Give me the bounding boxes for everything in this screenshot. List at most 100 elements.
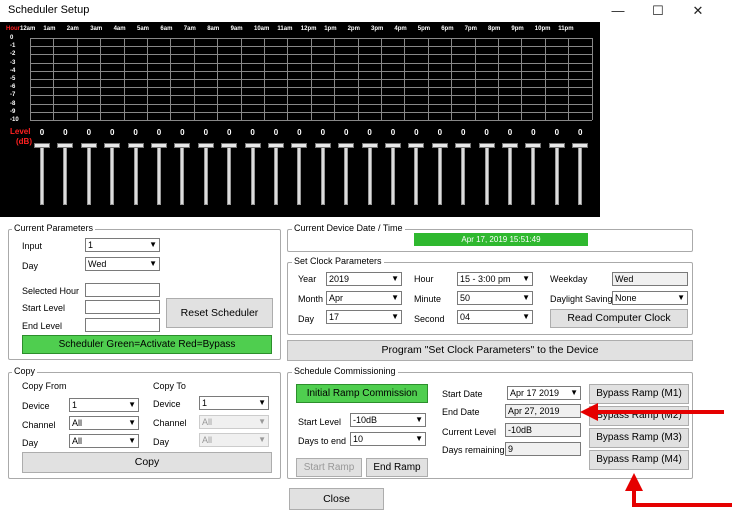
minute-select[interactable]: 50 ▼ xyxy=(457,291,533,305)
grid-line xyxy=(544,38,546,120)
end-level-label: End Level xyxy=(22,321,63,331)
from-device-select[interactable]: 1 ▼ xyxy=(69,398,139,412)
slider-handle[interactable] xyxy=(291,143,308,148)
days-to-end-select[interactable]: 10 ▼ xyxy=(350,432,426,446)
maximize-button[interactable]: ☐ xyxy=(641,0,675,22)
second-select[interactable]: 04 ▼ xyxy=(457,310,533,324)
slider-handle[interactable] xyxy=(174,143,191,148)
level-slider[interactable] xyxy=(531,145,536,205)
level-slider[interactable] xyxy=(250,145,255,205)
slider-handle[interactable] xyxy=(80,143,97,148)
program-clock-button[interactable]: Program "Set Clock Parameters" to the De… xyxy=(287,340,693,361)
slider-handle[interactable] xyxy=(361,143,378,148)
to-day-value: All xyxy=(202,435,213,445)
level-slider[interactable] xyxy=(414,145,419,205)
grid-line xyxy=(240,38,242,120)
device-time-value: Apr 17, 2019 15:51:49 xyxy=(414,233,588,246)
slider-handle[interactable] xyxy=(548,143,565,148)
slider-handle[interactable] xyxy=(57,143,74,148)
end-level-field xyxy=(85,318,160,332)
slider-handle[interactable] xyxy=(34,143,50,148)
hour-level-value: 0 xyxy=(63,128,68,137)
hour-select[interactable]: 15 - 3:00 pm ▼ xyxy=(457,272,533,286)
slider-handle[interactable] xyxy=(408,143,425,148)
selected-hour-field xyxy=(85,283,160,297)
dst-select[interactable]: None ▼ xyxy=(612,291,688,305)
level-slider[interactable] xyxy=(367,145,372,205)
level-slider[interactable] xyxy=(227,145,232,205)
initial-ramp-commission-button[interactable]: Initial Ramp Commission xyxy=(296,384,428,403)
slider-handle[interactable] xyxy=(338,143,355,148)
to-device-select[interactable]: 1 ▼ xyxy=(199,396,269,410)
copy-from-label: Copy From xyxy=(22,381,67,391)
from-channel-select[interactable]: All ▼ xyxy=(69,416,139,430)
clock-day-label: Day xyxy=(298,314,315,324)
level-slider[interactable] xyxy=(484,145,489,205)
level-slider[interactable] xyxy=(320,145,325,205)
slider-handle[interactable] xyxy=(197,143,214,148)
level-slider[interactable] xyxy=(157,145,161,205)
slider-handle[interactable] xyxy=(151,143,167,148)
close-window-button[interactable]: ✕ xyxy=(681,0,715,22)
slider-handle[interactable] xyxy=(127,143,144,148)
level-slider[interactable] xyxy=(508,145,512,205)
slider-handle[interactable] xyxy=(455,143,472,148)
level-slider[interactable] xyxy=(110,145,115,205)
slider-handle[interactable] xyxy=(572,143,589,148)
start-ramp-button[interactable]: Start Ramp xyxy=(296,458,362,477)
day-select[interactable]: Wed ▼ xyxy=(85,257,160,271)
clock-day-select[interactable]: 17 ▼ xyxy=(326,310,402,324)
hour-level-value: 0 xyxy=(297,128,302,137)
minimize-button[interactable]: — xyxy=(601,0,635,22)
slider-handle[interactable] xyxy=(104,143,121,148)
level-slider[interactable] xyxy=(578,145,583,205)
slider-handle[interactable] xyxy=(431,143,448,148)
slider-handle[interactable] xyxy=(268,143,284,148)
copy-button[interactable]: Copy xyxy=(22,452,272,473)
close-button[interactable]: Close xyxy=(289,488,384,510)
arrow-m4-head xyxy=(625,473,643,491)
hour-label-9pm: 9pm xyxy=(511,26,524,32)
level-slider[interactable] xyxy=(554,145,559,205)
chevron-down-icon: ▼ xyxy=(415,434,423,443)
level-slider[interactable] xyxy=(437,145,442,205)
level-slider[interactable] xyxy=(63,145,68,205)
month-select[interactable]: Apr ▼ xyxy=(326,291,402,305)
slider-handle[interactable] xyxy=(502,143,518,148)
from-day-select[interactable]: All ▼ xyxy=(69,434,139,448)
slider-handle[interactable] xyxy=(244,143,261,148)
level-slider[interactable] xyxy=(297,145,302,205)
commissioning-title: Schedule Commissioning xyxy=(292,366,398,376)
hour-label-10am: 10am xyxy=(254,26,270,32)
chevron-down-icon: ▼ xyxy=(522,293,530,302)
level-slider[interactable] xyxy=(344,145,349,205)
slider-handle[interactable] xyxy=(478,143,495,148)
read-computer-clock-button[interactable]: Read Computer Clock xyxy=(550,309,688,328)
commission-start-level-select[interactable]: -10dB ▼ xyxy=(350,413,426,427)
level-slider[interactable] xyxy=(133,145,138,205)
hour-label-3pm: 3pm xyxy=(371,26,384,32)
slider-handle[interactable] xyxy=(385,143,401,148)
slider-handle[interactable] xyxy=(221,143,238,148)
level-slider[interactable] xyxy=(203,145,208,205)
scheduler-toggle-button[interactable]: Scheduler Green=Activate Red=Bypass xyxy=(22,335,272,354)
level-slider[interactable] xyxy=(461,145,466,205)
input-select[interactable]: 1 ▼ xyxy=(85,238,160,252)
copy-title: Copy xyxy=(12,366,38,376)
start-date-picker[interactable]: Apr 17 2019 ▼ xyxy=(507,386,581,400)
level-tick-label: -1 xyxy=(10,43,16,50)
year-select[interactable]: 2019 ▼ xyxy=(326,272,402,286)
reset-scheduler-button[interactable]: Reset Scheduler xyxy=(166,298,273,328)
slider-handle[interactable] xyxy=(314,143,331,148)
level-slider[interactable] xyxy=(391,145,395,205)
level-slider[interactable] xyxy=(86,145,91,205)
level-slider[interactable] xyxy=(274,145,278,205)
level-slider[interactable] xyxy=(180,145,185,205)
grid-line xyxy=(30,120,592,121)
level-slider[interactable] xyxy=(40,145,44,205)
slider-handle[interactable] xyxy=(525,143,542,148)
commission-start-level-label: Start Level xyxy=(298,417,342,427)
hour-label-7am: 7am xyxy=(183,26,196,32)
day-label: Day xyxy=(22,261,39,271)
end-ramp-button[interactable]: End Ramp xyxy=(366,458,428,477)
